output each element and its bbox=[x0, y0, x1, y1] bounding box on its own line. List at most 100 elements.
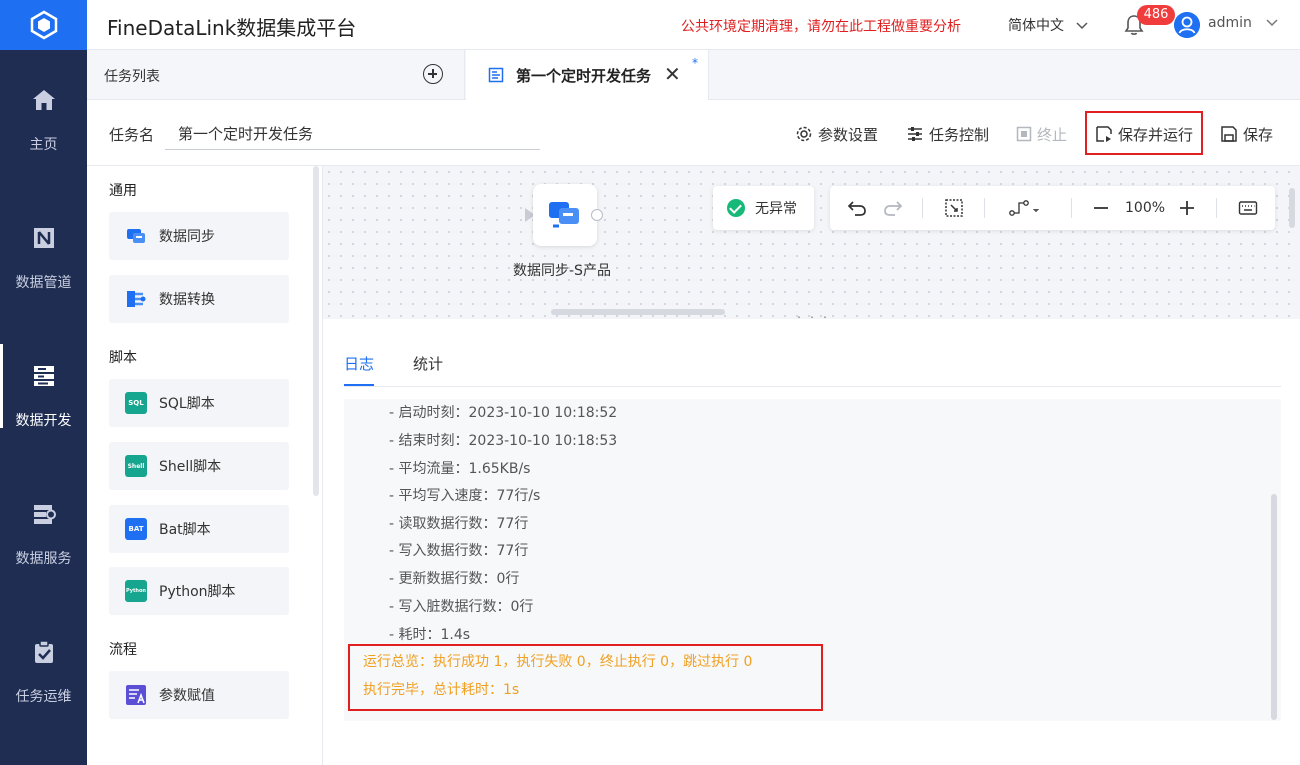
active-tab-indicator bbox=[344, 384, 374, 386]
canvas-horizontal-scrollbar[interactable] bbox=[551, 309, 725, 315]
params-settings-button[interactable]: 参数设置 bbox=[795, 123, 878, 145]
tab-bar: 任务列表 第一个定时开发任务 ✕ * bbox=[87, 50, 1300, 101]
zoom-in-icon[interactable] bbox=[1178, 198, 1196, 218]
redo-icon[interactable] bbox=[883, 198, 903, 218]
stop-label: 终止 bbox=[1037, 125, 1068, 144]
modified-marker: * bbox=[692, 56, 698, 70]
gear-icon bbox=[796, 126, 812, 142]
task-control-button[interactable]: 任务控制 bbox=[906, 123, 989, 145]
save-button[interactable]: 保存 bbox=[1220, 123, 1273, 145]
zoom-out-icon[interactable] bbox=[1092, 198, 1110, 218]
data-service-icon bbox=[33, 505, 56, 524]
tab-current-task-label: 第一个定时开发任务 bbox=[516, 67, 652, 85]
component-data-transform[interactable]: 数据转换 bbox=[109, 275, 289, 323]
save-icon bbox=[1221, 126, 1237, 142]
chevron-down-icon bbox=[1266, 19, 1278, 27]
canvas-vertical-scrollbar[interactable] bbox=[1289, 188, 1295, 228]
nav-item-home[interactable]: 主页 bbox=[0, 50, 87, 170]
user-menu[interactable]: admin bbox=[1208, 15, 1278, 31]
task-name-input[interactable] bbox=[165, 117, 540, 150]
logo-icon bbox=[30, 10, 57, 40]
node-output-port[interactable] bbox=[591, 209, 603, 221]
toolbar-divider bbox=[1216, 198, 1217, 218]
component-label: 参数赋值 bbox=[159, 688, 215, 704]
log-line: - 写入数据行数：77行 bbox=[389, 543, 529, 559]
top-header: FineDataLink数据集成平台 公共环境定期清理，请勿在此工程做重要分析 … bbox=[87, 0, 1300, 50]
check-circle-icon bbox=[727, 199, 745, 217]
stop-button[interactable]: 终止 bbox=[1016, 123, 1067, 145]
highlight-run-summary bbox=[348, 644, 823, 711]
node-data-sync[interactable] bbox=[533, 184, 597, 246]
component-python-script[interactable]: Python Python脚本 bbox=[109, 567, 289, 615]
component-label: 数据同步 bbox=[159, 229, 215, 245]
component-bat-script[interactable]: BAT Bat脚本 bbox=[109, 505, 289, 553]
python-icon: Python bbox=[125, 580, 147, 602]
log-line: - 结束时刻：2023-10-10 10:18:53 bbox=[389, 433, 618, 449]
component-sql-script[interactable]: SQL SQL脚本 bbox=[109, 379, 289, 427]
component-label: SQL脚本 bbox=[159, 396, 215, 412]
app-logo[interactable] bbox=[0, 0, 87, 50]
log-scrollbar[interactable] bbox=[1271, 494, 1277, 720]
nav-label: 数据服务 bbox=[15, 551, 72, 567]
canvas-toolbar: 100% bbox=[830, 186, 1275, 230]
undo-icon[interactable] bbox=[847, 198, 867, 218]
language-selector[interactable]: 简体中文 bbox=[1008, 15, 1088, 35]
status-text: 无异常 bbox=[755, 201, 797, 217]
task-doc-icon bbox=[488, 67, 504, 83]
username: admin bbox=[1208, 15, 1252, 31]
log-line: - 更新数据行数：0行 bbox=[389, 571, 520, 587]
sql-icon: SQL bbox=[125, 392, 147, 414]
data-sync-icon bbox=[127, 229, 145, 243]
fit-view-icon[interactable] bbox=[944, 198, 964, 218]
flow-canvas[interactable]: 数据同步-S产品 无异常 100% bbox=[323, 166, 1300, 328]
tab-log[interactable]: 日志 bbox=[344, 353, 374, 374]
log-line: - 平均流量：1.65KB/s bbox=[389, 461, 531, 477]
close-tab-icon[interactable]: ✕ bbox=[664, 62, 681, 86]
zoom-level: 100% bbox=[1125, 200, 1166, 216]
avatar[interactable] bbox=[1174, 12, 1200, 38]
component-shell-script[interactable]: Shell Shell脚本 bbox=[109, 442, 289, 490]
component-data-sync[interactable]: 数据同步 bbox=[109, 212, 289, 260]
tab-statistics[interactable]: 统计 bbox=[413, 353, 443, 374]
notification-badge: 486 bbox=[1137, 5, 1175, 25]
panel-scrollbar[interactable] bbox=[313, 166, 319, 496]
status-indicator[interactable]: 无异常 bbox=[713, 186, 814, 230]
toolbar-divider bbox=[922, 198, 923, 218]
environment-notice: 公共环境定期清理，请勿在此工程做重要分析 bbox=[681, 19, 961, 35]
data-sync-icon bbox=[549, 202, 579, 228]
component-panel: 通用 数据同步 数据转换 脚本 SQL SQL脚本 Shell Shell脚本 … bbox=[87, 166, 323, 765]
log-line: - 写入脏数据行数：0行 bbox=[389, 599, 534, 615]
log-panel: 日志 统计 - 启动时刻：2023-10-10 10:18:52 - 结束时刻：… bbox=[323, 319, 1300, 765]
nav-label: 数据开发 bbox=[15, 413, 72, 429]
connector-style-icon[interactable] bbox=[1008, 198, 1040, 218]
nav-item-data-dev[interactable]: 数据开发 bbox=[0, 326, 87, 446]
nav-label: 主页 bbox=[29, 137, 58, 153]
tab-task-list[interactable]: 任务列表 bbox=[87, 50, 465, 100]
data-transform-icon bbox=[127, 291, 146, 307]
log-line: - 读取数据行数：77行 bbox=[389, 516, 529, 532]
language-label: 简体中文 bbox=[1008, 18, 1064, 34]
nav-label: 任务运维 bbox=[15, 689, 72, 705]
tab-task-list-label: 任务列表 bbox=[104, 69, 160, 85]
section-flow: 流程 bbox=[109, 642, 137, 658]
nav-item-pipeline[interactable]: 数据管道 bbox=[0, 188, 87, 308]
node-label: 数据同步-S产品 bbox=[513, 263, 611, 279]
component-label: Bat脚本 bbox=[159, 522, 211, 538]
section-general: 通用 bbox=[109, 183, 137, 199]
tab-current-task[interactable]: 第一个定时开发任务 ✕ * bbox=[466, 50, 709, 101]
component-label: Shell脚本 bbox=[159, 459, 222, 475]
sliders-icon bbox=[908, 127, 922, 141]
nav-item-task-ops[interactable]: 任务运维 bbox=[0, 602, 87, 722]
task-name-label: 任务名 bbox=[109, 126, 155, 144]
component-param-assign[interactable]: 参数赋值 bbox=[109, 671, 289, 719]
bat-icon: BAT bbox=[125, 518, 147, 540]
task-control-label: 任务控制 bbox=[929, 125, 990, 144]
keyboard-icon[interactable] bbox=[1238, 198, 1258, 218]
add-tab-icon[interactable] bbox=[423, 64, 443, 84]
param-assign-icon bbox=[126, 685, 146, 705]
nav-item-data-service[interactable]: 数据服务 bbox=[0, 464, 87, 584]
shell-icon: Shell bbox=[125, 455, 147, 477]
component-label: Python脚本 bbox=[159, 584, 236, 600]
section-script: 脚本 bbox=[109, 350, 137, 366]
component-label: 数据转换 bbox=[159, 292, 215, 308]
